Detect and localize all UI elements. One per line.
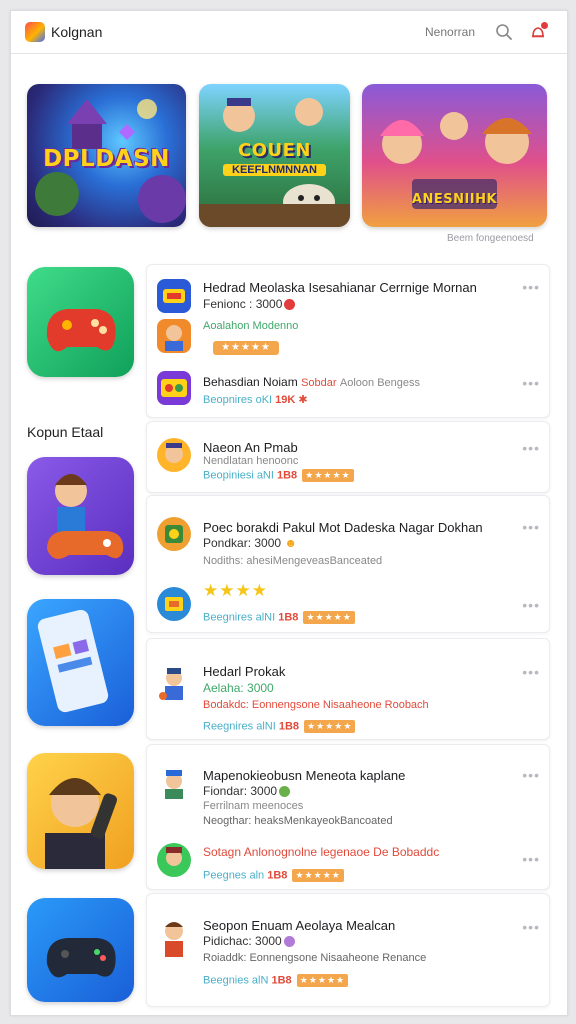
game-icon	[157, 371, 191, 405]
more-options-button[interactable]: •••	[522, 375, 540, 391]
controller-icon	[46, 938, 116, 978]
item-meta: Peegnes aln 1B8 ★★★★★	[203, 869, 344, 882]
item-meta: Beopiniesi aNI 1B8 ★★★★★	[203, 469, 354, 482]
item-detail: Nodiths: ahesiMengeveasBanceated	[203, 555, 383, 567]
game-icon	[157, 666, 191, 706]
list-item[interactable]: Hedrad Meolaska Isesahianar Cerrnige Mor…	[157, 277, 540, 317]
app-logo[interactable]	[25, 22, 45, 42]
notification-badge	[541, 22, 548, 29]
item-detail: Bodakdc: Eonnengsone Nisaaheone Roobach	[203, 699, 429, 711]
app-title: Kolgnan	[51, 24, 103, 40]
list-item[interactable]: Behasdian Noiam Sobdar Aoloon Bengess Be…	[157, 371, 540, 411]
item-title: Mapenokieobusn Meneota kaplane	[203, 768, 406, 783]
hero-controller-icon	[47, 474, 124, 559]
more-options-button[interactable]: •••	[522, 519, 540, 535]
item-subtitle: Aelaha: 3000	[203, 681, 274, 695]
featured-banner-1[interactable]: DPLDASN	[27, 84, 186, 227]
list-item[interactable]: Mapenokieobusn Meneota kaplane Fiondar: …	[157, 763, 540, 827]
rating-badge: ★★★★★	[213, 341, 279, 355]
featured-banner-3[interactable]: ANESNIIHK	[362, 84, 547, 227]
more-options-button[interactable]: •••	[522, 767, 540, 783]
gamepad-icon	[46, 309, 116, 352]
game-icon	[157, 587, 191, 621]
game-icon	[157, 279, 191, 313]
item-title: Sotagn Anlonognolne legenaoe De Bobaddc	[203, 845, 440, 859]
more-options-button[interactable]: •••	[522, 597, 540, 613]
game-icon	[157, 517, 191, 551]
item-title: Behasdian Noiam Sobdar Aoloon Bengess	[203, 375, 421, 389]
item-title: Hedarl Prokak	[203, 664, 286, 679]
more-options-button[interactable]: •••	[522, 664, 540, 680]
item-detail-secondary: Ferrilnam meenoces	[203, 800, 304, 812]
list-item[interactable]: Aoalahon Modenno ★★★★★	[157, 317, 537, 357]
item-subtitle: Fenionc : 3000	[203, 297, 296, 311]
banner-2-title: COUEN	[238, 140, 311, 161]
more-options-button[interactable]: •••	[522, 851, 540, 867]
game-icon	[157, 319, 191, 353]
list-item[interactable]: Seopon Enuam Aeolaya Mealcan Pidichac: 3…	[157, 913, 540, 987]
item-subtitle: Fiondar: 3000	[203, 784, 291, 798]
more-options-button[interactable]: •••	[522, 279, 540, 295]
nav-link[interactable]: Nenorran	[425, 25, 475, 39]
item-meta: Beegnies alN 1B8 ★★★★★	[203, 974, 349, 987]
item-title: Aoalahon Modenno	[203, 320, 299, 332]
item-detail: Neogthar: heaksMenkayeokBancoated	[203, 815, 393, 827]
item-title: Hedrad Meolaska Isesahianar Cerrnige Mor…	[203, 280, 477, 295]
app-icon-controller[interactable]	[27, 898, 134, 1002]
item-meta: Reegnires alNI 1B8 ★★★★★	[203, 720, 356, 733]
item-detail: Roiaddk: Eonnengsone Nisaaheone Renance	[203, 952, 427, 964]
item-subtitle: Pidichac: 3000	[203, 934, 295, 948]
item-meta: Beopnires oKI 19K ✱	[203, 394, 308, 406]
item-title: Naeon An Pmab	[203, 440, 298, 455]
more-options-button[interactable]: •••	[522, 440, 540, 456]
list-item[interactable]: Hedarl Prokak Aelaha: 3000 Bodakdc: Eonn…	[157, 658, 540, 733]
item-title: Poec borakdi Pakul Mot Dadeska Nagar Dok…	[203, 520, 483, 535]
app-icon-character[interactable]	[27, 753, 134, 869]
game-icon	[157, 917, 191, 961]
list-item[interactable]: Sotagn Anlonognolne legenaoe De Bobaddc …	[157, 839, 540, 882]
app-icon-hero-controller[interactable]	[27, 457, 134, 575]
more-options-button[interactable]: •••	[522, 919, 540, 935]
section-title: Kopun Etaal	[27, 424, 104, 440]
item-subtitle: Nendlatan henoonc	[203, 455, 299, 467]
character-icon	[45, 778, 118, 869]
featured-banner-2[interactable]: COUEN KEEFLNMNNAN	[199, 84, 350, 227]
item-meta: Beegnires alNI 1B8 ★★★★★	[203, 611, 355, 624]
game-icon	[157, 767, 191, 801]
star-rating: ★★★★	[203, 581, 268, 600]
banner-3-title: ANESNIIHK	[411, 192, 498, 207]
item-subtitle: Pondkar: 3000 ☻	[203, 536, 298, 550]
search-icon[interactable]	[495, 23, 513, 41]
list-item[interactable]: ★★★★ Beegnires alNI 1B8 ★★★★★ •••	[157, 581, 540, 624]
list-item[interactable]: Naeon An Pmab Nendlatan henoonc Beopinie…	[157, 436, 540, 482]
game-icon	[157, 843, 191, 877]
top-bar: Kolgnan Nenorran	[11, 11, 567, 54]
banner-caption: Beem fongeenoesd	[447, 233, 534, 244]
banner-1-title: DPLDASN	[43, 146, 170, 172]
banner-2-subtitle: KEEFLNMNNAN	[223, 164, 326, 176]
phone-icon	[37, 609, 109, 713]
app-icon-gamepad[interactable]	[27, 267, 134, 377]
app-icon-phone[interactable]	[27, 599, 134, 726]
app-window: Kolgnan Nenorran DPLDASN COUEN KEEFLNMNN…	[10, 10, 568, 1016]
list-item[interactable]: Poec borakdi Pakul Mot Dadeska Nagar Dok…	[157, 511, 540, 567]
item-title: Seopon Enuam Aeolaya Mealcan	[203, 918, 396, 933]
game-icon	[157, 438, 191, 472]
